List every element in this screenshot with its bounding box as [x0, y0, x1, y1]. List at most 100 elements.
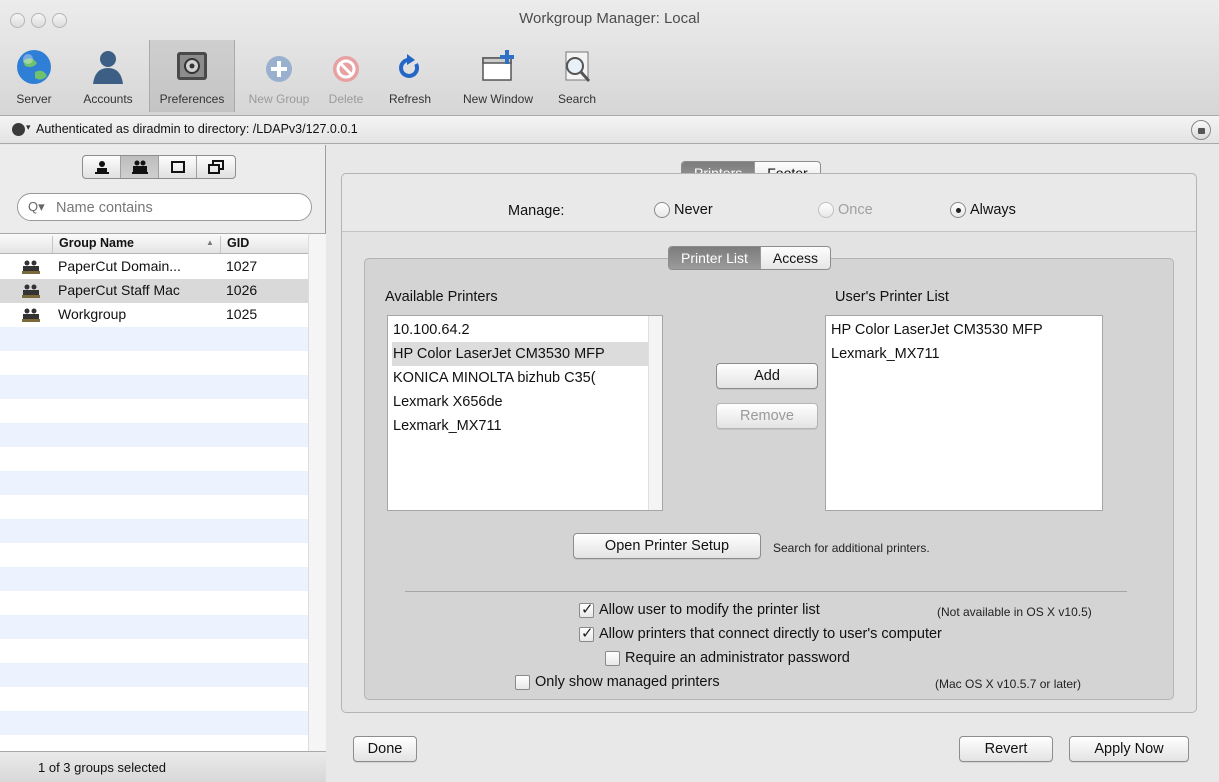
- require-admin-password-checkbox[interactable]: Require an administrator password: [605, 650, 850, 666]
- account-type-selector: [82, 155, 236, 179]
- delete-icon: [327, 48, 365, 86]
- empty-row: [0, 423, 308, 447]
- available-printers-scrollbar[interactable]: [648, 316, 662, 510]
- table-row[interactable]: PaperCut Domain... 1027: [0, 255, 308, 279]
- toolbar-server-button[interactable]: Server: [4, 40, 64, 112]
- radio-button-icon: [818, 202, 834, 218]
- require-admin-password-label: Require an administrator password: [625, 650, 850, 666]
- toolbar-label: Server: [16, 92, 52, 106]
- tab-access[interactable]: Access: [761, 247, 830, 269]
- group-gid: 1026: [226, 282, 258, 298]
- users-printer-list[interactable]: HP Color LaserJet CM3530 MFP Lexmark_MX7…: [825, 315, 1103, 511]
- accounts-sidebar: Q▾ Group Name ▲ GID PaperCut Domain... 1…: [0, 145, 326, 782]
- toolbar-search-button[interactable]: Search: [548, 40, 606, 112]
- empty-row: [0, 351, 308, 375]
- list-item[interactable]: KONICA MINOLTA bizhub C35(: [392, 366, 644, 390]
- name-search-field[interactable]: Q▾: [17, 193, 312, 221]
- empty-row: [0, 735, 308, 751]
- list-item[interactable]: 10.100.64.2: [392, 318, 644, 342]
- printers-settings-box: Manage: Never Once Always Printer List A…: [341, 173, 1197, 713]
- table-row[interactable]: PaperCut Staff Mac 1026: [0, 279, 308, 303]
- table-row[interactable]: Workgroup 1025: [0, 303, 308, 327]
- group-gid: 1027: [226, 258, 258, 274]
- toolbar-label: Preferences: [159, 92, 225, 106]
- remove-button[interactable]: Remove: [716, 403, 818, 429]
- printer-subtabs: Printer List Access: [668, 246, 832, 270]
- done-button[interactable]: Done: [353, 736, 417, 762]
- toolbar-refresh-button[interactable]: Refresh: [374, 40, 446, 112]
- checkbox-unchecked-icon: [605, 650, 620, 666]
- group-name-column-header[interactable]: Group Name: [52, 236, 220, 253]
- toolbar-accounts-button[interactable]: Accounts: [72, 40, 144, 112]
- empty-row: [0, 663, 308, 687]
- group-icon: [131, 160, 148, 174]
- selection-count: 1 of 3 groups selected: [38, 760, 166, 775]
- only-managed-printers-label: Only show managed printers: [535, 674, 720, 690]
- manage-once-label: Once: [838, 202, 873, 218]
- manage-never-radio[interactable]: Never: [654, 202, 713, 218]
- empty-row: [0, 447, 308, 471]
- empty-row: [0, 519, 308, 543]
- manage-row: Manage: Never Once Always: [342, 174, 1196, 232]
- list-item[interactable]: Lexmark X656de: [392, 390, 644, 414]
- toolbar-label: Accounts: [83, 92, 133, 106]
- empty-row: [0, 687, 308, 711]
- computer-groups-tab[interactable]: [197, 156, 235, 178]
- apply-now-button[interactable]: Apply Now: [1069, 736, 1189, 762]
- allow-modify-checkbox[interactable]: Allow user to modify the printer list: [579, 600, 820, 618]
- empty-row: [0, 591, 308, 615]
- preferences-pane: Printers Footer Manage: Never Once Alway…: [327, 145, 1219, 782]
- users-tab[interactable]: [83, 156, 121, 178]
- toolbar-label: New Group: [248, 92, 310, 106]
- empty-row: [0, 711, 308, 735]
- authentication-status: Authenticated as diradmin to directory: …: [36, 122, 358, 136]
- printer-list-box: Available Printers User's Printer List 1…: [364, 258, 1174, 700]
- gid-column-label: GID: [227, 236, 250, 250]
- users-printer-list-label: User's Printer List: [835, 289, 949, 305]
- group-name: PaperCut Domain...: [58, 258, 181, 274]
- manage-never-label: Never: [674, 202, 713, 218]
- authentication-bar: ▾ Authenticated as diradmin to directory…: [0, 116, 1219, 144]
- preferences-icon: [173, 48, 211, 86]
- manage-once-radio[interactable]: Once: [818, 202, 873, 218]
- new-window-icon: [479, 48, 517, 86]
- mac-version-note: (Mac OS X v10.5.7 or later): [935, 677, 1082, 691]
- directory-globe-icon[interactable]: [12, 123, 25, 136]
- toolbar-preferences-button[interactable]: Preferences: [149, 40, 235, 112]
- manage-label: Manage:: [508, 203, 565, 219]
- sort-ascending-icon: ▲: [206, 238, 214, 247]
- list-item[interactable]: HP Color LaserJet CM3530 MFP: [830, 318, 1043, 342]
- tab-printer-list[interactable]: Printer List: [669, 247, 761, 269]
- allow-direct-printers-label: Allow printers that connect directly to …: [599, 626, 942, 642]
- groups-tab[interactable]: [121, 156, 159, 178]
- group-name: PaperCut Staff Mac: [58, 282, 180, 298]
- empty-row: [0, 639, 308, 663]
- allow-direct-printers-checkbox[interactable]: Allow printers that connect directly to …: [579, 624, 942, 642]
- radio-button-selected-icon: [950, 202, 966, 218]
- group-list-scrollbar[interactable]: [308, 233, 326, 751]
- name-search-input[interactable]: [56, 198, 296, 218]
- list-item[interactable]: Lexmark_MX711: [830, 342, 940, 366]
- computers-tab[interactable]: [159, 156, 197, 178]
- radio-button-icon: [654, 202, 670, 218]
- lock-icon[interactable]: [1191, 120, 1211, 140]
- open-printer-setup-button[interactable]: Open Printer Setup: [573, 533, 761, 559]
- empty-row: [0, 495, 308, 519]
- add-button[interactable]: Add: [716, 363, 818, 389]
- group-icon: [22, 308, 40, 322]
- list-item[interactable]: HP Color LaserJet CM3530 MFP: [392, 342, 648, 366]
- available-printers-list[interactable]: 10.100.64.2 HP Color LaserJet CM3530 MFP…: [387, 315, 663, 511]
- toolbar-delete-button[interactable]: Delete: [320, 40, 372, 112]
- checkbox-checked-icon: [579, 600, 594, 618]
- toolbar-new-group-button[interactable]: New Group: [240, 40, 318, 112]
- gid-column-header[interactable]: GID: [220, 236, 302, 253]
- manage-always-label: Always: [970, 202, 1016, 218]
- manage-always-radio[interactable]: Always: [950, 202, 1016, 218]
- sidebar-status-bar: 1 of 3 groups selected: [0, 751, 326, 782]
- chevron-down-icon[interactable]: ▾: [26, 122, 31, 133]
- list-item[interactable]: Lexmark_MX711: [392, 414, 644, 438]
- only-managed-printers-checkbox[interactable]: Only show managed printers: [515, 674, 720, 690]
- titlebar: Workgroup Manager: Local Server Accounts…: [0, 0, 1219, 116]
- toolbar-new-window-button[interactable]: New Window: [450, 40, 546, 112]
- revert-button[interactable]: Revert: [959, 736, 1053, 762]
